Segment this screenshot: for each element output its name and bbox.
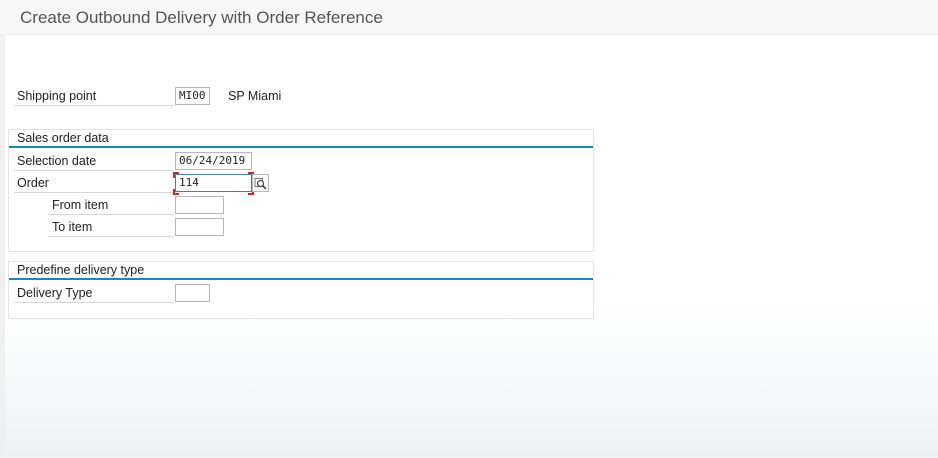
- shipping-point-description: SP Miami: [228, 89, 282, 103]
- label-underline: [14, 302, 174, 303]
- from-item-label: From item: [52, 198, 109, 212]
- sales-order-group: Sales order data: [8, 129, 594, 252]
- left-edge: [0, 34, 5, 458]
- order-field[interactable]: 114: [175, 174, 252, 192]
- search-icon: [254, 177, 267, 190]
- selection-date-label: Selection date: [17, 154, 97, 168]
- order-search-button[interactable]: [252, 174, 269, 192]
- group-title-rule: [9, 278, 593, 280]
- label-underline: [14, 170, 174, 171]
- label-underline: [14, 192, 174, 193]
- delivery-type-group-title: Predefine delivery type: [17, 263, 145, 277]
- sales-order-group-title: Sales order data: [17, 131, 109, 145]
- group-title-rule: [9, 146, 593, 148]
- label-underline: [14, 105, 174, 106]
- from-item-field[interactable]: [175, 196, 224, 214]
- title-bar: Create Outbound Delivery with Order Refe…: [0, 0, 938, 35]
- shipping-point-field[interactable]: MI00: [175, 87, 210, 105]
- to-item-label: To item: [52, 220, 93, 234]
- label-underline: [48, 214, 174, 215]
- delivery-type-group: Predefine delivery type: [8, 261, 594, 319]
- delivery-type-field[interactable]: [175, 284, 210, 302]
- page-title: Create Outbound Delivery with Order Refe…: [20, 8, 383, 27]
- focus-corner: [173, 172, 179, 178]
- selection-date-field[interactable]: 06/24/2019: [175, 152, 252, 170]
- label-underline: [48, 236, 174, 237]
- delivery-type-label: Delivery Type: [17, 286, 93, 300]
- shipping-point-label: Shipping point: [17, 89, 97, 103]
- to-item-field[interactable]: [175, 218, 224, 236]
- order-label: Order: [17, 176, 49, 190]
- focus-corner: [173, 189, 179, 195]
